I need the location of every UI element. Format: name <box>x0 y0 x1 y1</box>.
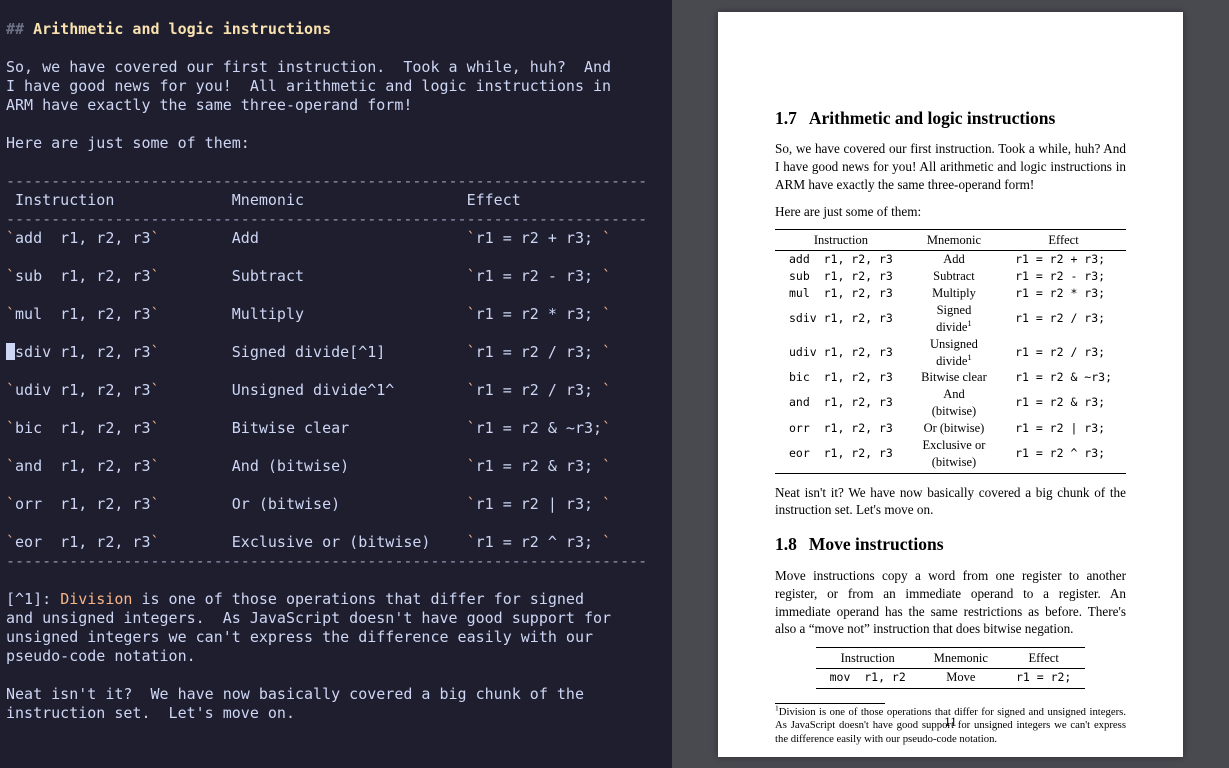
table-row: mul r1, r2, r3Multiplyr1 = r2 * r3; <box>775 285 1126 302</box>
col-effect: Effect <box>1002 648 1085 669</box>
table-row: sub r1, r2, r3Subtractr1 = r2 - r3; <box>775 268 1126 285</box>
col-instruction: Instruction <box>816 648 920 669</box>
cell-instruction: add r1, r2, r3 <box>775 251 907 268</box>
section-number: 1.8 <box>775 534 797 554</box>
cell-instruction: sub r1, r2, r3 <box>775 268 907 285</box>
section-title: Arithmetic and logic instructions <box>809 108 1055 128</box>
section-number: 1.7 <box>775 108 797 128</box>
page-number: 11 <box>718 713 1183 731</box>
cell-mnemonic: Multiply <box>907 285 1001 302</box>
instruction-table-2: Instruction Mnemonic Effect mov r1, r2Mo… <box>816 647 1086 689</box>
cell-effect: r1 = r2 & ~r3; <box>1001 369 1126 386</box>
cell-mnemonic: Move <box>920 669 1002 689</box>
pdf-page: 1.7 Arithmetic and logic instructions So,… <box>718 12 1183 757</box>
paragraph: Move instructions copy a word from one r… <box>775 567 1126 638</box>
footnote-rule <box>775 703 885 704</box>
cell-mnemonic: Signed divide1 <box>907 302 1001 336</box>
table-row: add r1, r2, r3Addr1 = r2 + r3; <box>775 251 1126 268</box>
cell-effect: r1 = r2 + r3; <box>1001 251 1126 268</box>
cell-effect: r1 = r2 | r3; <box>1001 420 1126 437</box>
table-row: bic r1, r2, r3Bitwise clearr1 = r2 & ~r3… <box>775 369 1126 386</box>
paragraph: So, we have covered our first instructio… <box>775 140 1126 193</box>
cell-instruction: bic r1, r2, r3 <box>775 369 907 386</box>
editor-pane[interactable]: ## Arithmetic and logic instructions So,… <box>0 0 672 768</box>
col-effect: Effect <box>1001 230 1126 251</box>
instruction-table-1: Instruction Mnemonic Effect add r1, r2, … <box>775 229 1126 473</box>
cell-instruction: udiv r1, r2, r3 <box>775 336 907 370</box>
preview-pane: 1.7 Arithmetic and logic instructions So,… <box>672 0 1229 768</box>
cell-effect: r1 = r2; <box>1002 669 1085 689</box>
col-mnemonic: Mnemonic <box>907 230 1001 251</box>
cell-mnemonic: Subtract <box>907 268 1001 285</box>
cell-instruction: orr r1, r2, r3 <box>775 420 907 437</box>
cell-effect: r1 = r2 * r3; <box>1001 285 1126 302</box>
table-row: orr r1, r2, r3Or (bitwise)r1 = r2 | r3; <box>775 420 1126 437</box>
cell-effect: r1 = r2 - r3; <box>1001 268 1126 285</box>
cell-instruction: mov r1, r2 <box>816 669 920 689</box>
paragraph: Neat isn't it? We have now basically cov… <box>775 484 1126 520</box>
cell-mnemonic: Exclusive or (bitwise) <box>907 437 1001 473</box>
section-heading-1: 1.7 Arithmetic and logic instructions <box>775 107 1126 131</box>
table-row: sdiv r1, r2, r3Signed divide1r1 = r2 / r… <box>775 302 1126 336</box>
col-instruction: Instruction <box>775 230 907 251</box>
cell-effect: r1 = r2 / r3; <box>1001 302 1126 336</box>
cell-instruction: sdiv r1, r2, r3 <box>775 302 907 336</box>
cell-instruction: eor r1, r2, r3 <box>775 437 907 473</box>
section-title: Move instructions <box>809 534 944 554</box>
cell-instruction: mul r1, r2, r3 <box>775 285 907 302</box>
col-mnemonic: Mnemonic <box>920 648 1002 669</box>
section-heading-2: 1.8 Move instructions <box>775 533 1126 557</box>
cell-mnemonic: And (bitwise) <box>907 386 1001 420</box>
table-row: and r1, r2, r3And (bitwise)r1 = r2 & r3; <box>775 386 1126 420</box>
table-row: eor r1, r2, r3Exclusive or (bitwise)r1 =… <box>775 437 1126 473</box>
cell-effect: r1 = r2 & r3; <box>1001 386 1126 420</box>
cell-mnemonic: Add <box>907 251 1001 268</box>
paragraph: Here are just some of them: <box>775 203 1126 221</box>
table-row: udiv r1, r2, r3Unsigned divide1r1 = r2 /… <box>775 336 1126 370</box>
cell-effect: r1 = r2 / r3; <box>1001 336 1126 370</box>
table-row: mov r1, r2Mover1 = r2; <box>816 669 1086 689</box>
cell-mnemonic: Bitwise clear <box>907 369 1001 386</box>
cell-instruction: and r1, r2, r3 <box>775 386 907 420</box>
cell-effect: r1 = r2 ^ r3; <box>1001 437 1126 473</box>
cell-mnemonic: Unsigned divide1 <box>907 336 1001 370</box>
cell-mnemonic: Or (bitwise) <box>907 420 1001 437</box>
